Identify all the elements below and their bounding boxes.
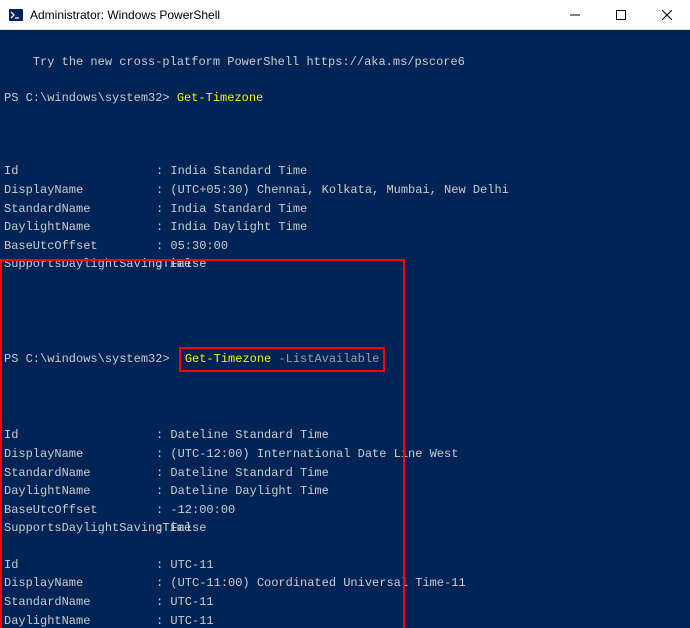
powershell-icon [8,7,24,23]
kv-value: India Standard Time [170,202,307,216]
kv-label: DaylightName [4,612,156,628]
kv-row-standardname: StandardName: Dateline Standard Time [4,464,686,483]
kv-label: BaseUtcOffset [4,237,156,256]
terminal-output[interactable]: Try the new cross-platform PowerShell ht… [0,30,690,628]
kv-row-id: Id: UTC-11 [4,556,686,575]
kv-value: (UTC-12:00) International Date Line West [170,447,458,461]
kv-value: False [170,257,206,271]
kv-value: UTC-11 [170,614,213,628]
prompt-2-cmd: Get-Timezone [185,352,271,366]
kv-row-daylightname: DaylightName: Dateline Daylight Time [4,482,686,501]
timezone-block: Id: Dateline Standard TimeDisplayName: (… [4,426,686,538]
kv-value: 05:30:00 [170,239,228,253]
kv-value: Dateline Standard Time [170,466,328,480]
kv-value: India Daylight Time [170,220,307,234]
kv-row-standardname: StandardName: India Standard Time [4,200,686,219]
kv-row-displayname: DisplayName: (UTC-11:00) Coordinated Uni… [4,574,686,593]
kv-row-displayname: DisplayName: (UTC+05:30) Chennai, Kolkat… [4,181,686,200]
kv-label: DaylightName [4,218,156,237]
kv-value: India Standard Time [170,164,307,178]
timezone-list: Id: Dateline Standard TimeDisplayName: (… [4,426,686,628]
kv-label: StandardName [4,464,156,483]
kv-label: BaseUtcOffset [4,501,156,520]
kv-row-supportsdaylightsavingtime: SupportsDaylightSavingTime: False [4,255,686,274]
kv-value: -12:00:00 [170,503,235,517]
kv-value: (UTC+05:30) Chennai, Kolkata, Mumbai, Ne… [170,183,508,197]
kv-row-displayname: DisplayName: (UTC-12:00) International D… [4,445,686,464]
kv-label: DaylightName [4,482,156,501]
kv-row-baseutcoffset: BaseUtcOffset: 05:30:00 [4,237,686,256]
kv-label: SupportsDaylightSavingTime [4,519,156,538]
minimize-button[interactable] [552,0,598,30]
kv-value: False [170,521,206,535]
kv-row-id: Id: Dateline Standard Time [4,426,686,445]
kv-label: Id [4,162,156,181]
kv-row-supportsdaylightsavingtime: SupportsDaylightSavingTime: False [4,519,686,538]
kv-label: SupportsDaylightSavingTime [4,255,156,274]
prompt-2-prefix: PS C:\windows\system32> [4,352,177,366]
maximize-button[interactable] [598,0,644,30]
kv-value: Dateline Standard Time [170,428,328,442]
kv-label: DisplayName [4,181,156,200]
kv-row-baseutcoffset: BaseUtcOffset: -12:00:00 [4,501,686,520]
kv-label: StandardName [4,593,156,612]
kv-value: (UTC-11:00) Coordinated Universal Time-1… [170,576,465,590]
prompt-2-arg: -ListAvailable [271,352,379,366]
intro-text: Try the new cross-platform PowerShell ht… [33,55,465,69]
kv-label: Id [4,556,156,575]
kv-label: DisplayName [4,574,156,593]
titlebar[interactable]: Administrator: Windows PowerShell [0,0,690,30]
kv-label: StandardName [4,200,156,219]
kv-row-daylightname: DaylightName: UTC-11 [4,612,686,628]
prompt-1-prefix: PS C:\windows\system32> [4,91,177,105]
kv-value: UTC-11 [170,595,213,609]
highlighted-command: Get-Timezone -ListAvailable [179,347,385,372]
kv-value: UTC-11 [170,558,213,572]
kv-label: DisplayName [4,445,156,464]
close-button[interactable] [644,0,690,30]
kv-row-standardname: StandardName: UTC-11 [4,593,686,612]
timezone-block: Id: UTC-11DisplayName: (UTC-11:00) Coord… [4,556,686,628]
timezone-block-current: Id: India Standard TimeDisplayName: (UTC… [4,162,686,274]
powershell-window: Administrator: Windows PowerShell Try th… [0,0,690,628]
kv-value: Dateline Daylight Time [170,484,328,498]
prompt-1-cmd: Get-Timezone [177,91,263,105]
window-title: Administrator: Windows PowerShell [30,8,220,22]
kv-row-daylightname: DaylightName: India Daylight Time [4,218,686,237]
kv-label: Id [4,426,156,445]
kv-row-id: Id: India Standard Time [4,162,686,181]
